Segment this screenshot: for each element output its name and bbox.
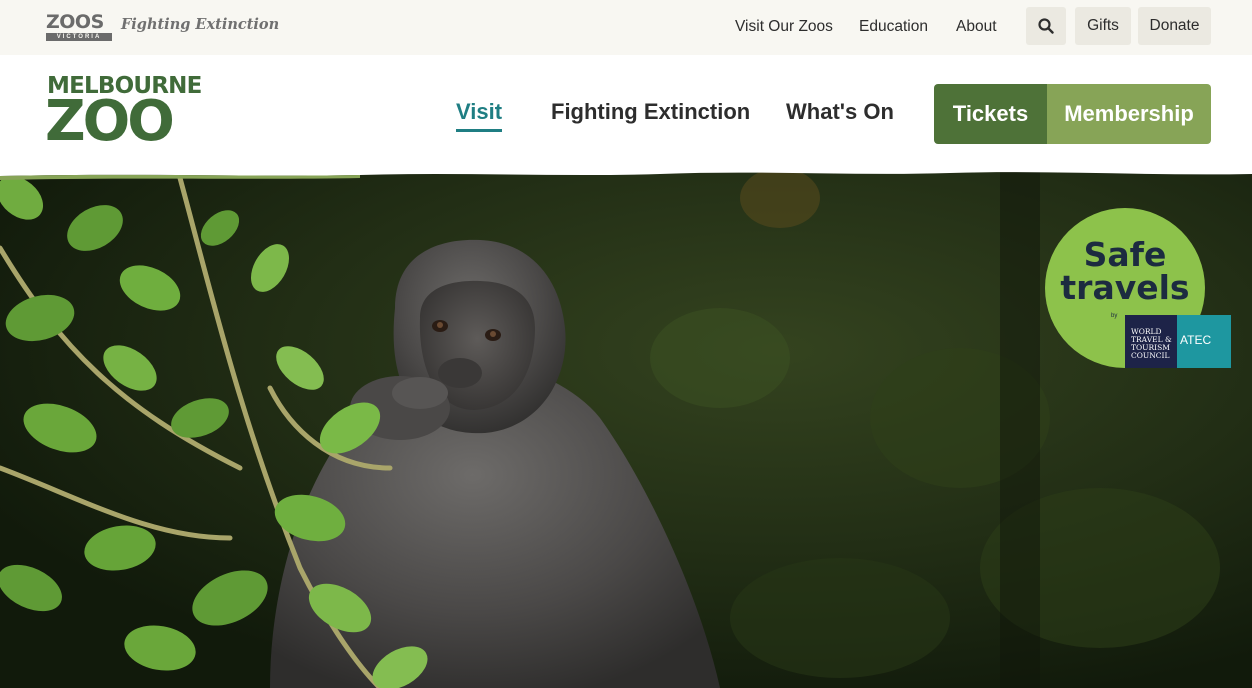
utility-bar: ZOOS VICTORIA Fighting Extinction Visit … — [0, 0, 1252, 55]
nav-visit[interactable]: Visit — [456, 99, 503, 132]
zoos-victoria-logo-word: ZOOS — [46, 11, 104, 33]
zoos-victoria-logo-sub: VICTORIA — [46, 33, 112, 41]
gifts-button[interactable]: Gifts — [1075, 7, 1131, 45]
nav-fighting-extinction[interactable]: Fighting Extinction — [551, 99, 750, 125]
zoos-victoria-logo[interactable]: ZOOS VICTORIA — [46, 13, 112, 42]
nav-whats-on[interactable]: What's On — [786, 99, 894, 125]
atec-logo: ATEC — [1177, 315, 1231, 368]
membership-button[interactable]: Membership — [1047, 84, 1211, 144]
safe-travels-title: Safe travels — [1045, 238, 1205, 304]
util-link-visit-our-zoos[interactable]: Visit Our Zoos — [735, 18, 833, 36]
util-link-education[interactable]: Education — [859, 18, 928, 36]
donate-button[interactable]: Donate — [1138, 7, 1211, 45]
safe-travels-by: by — [1111, 313, 1118, 319]
logo-bottom-text: ZOO — [45, 89, 175, 154]
search-button[interactable] — [1026, 7, 1066, 45]
util-link-about[interactable]: About — [956, 18, 997, 36]
wttc-logo: WORLD TRAVEL & TOURISM COUNCIL — [1125, 315, 1177, 368]
cta-button-group: Tickets Membership — [934, 84, 1211, 144]
tickets-button[interactable]: Tickets — [934, 84, 1047, 144]
melbourne-zoo-logo[interactable]: MELBOURNE ZOO — [45, 74, 202, 154]
safe-travels-line1: Safe — [1083, 235, 1167, 274]
search-icon — [1038, 18, 1054, 34]
tagline: Fighting Extinction — [121, 16, 280, 33]
header-torn-edge — [0, 164, 1252, 180]
safe-travels-line2: travels — [1060, 268, 1190, 307]
